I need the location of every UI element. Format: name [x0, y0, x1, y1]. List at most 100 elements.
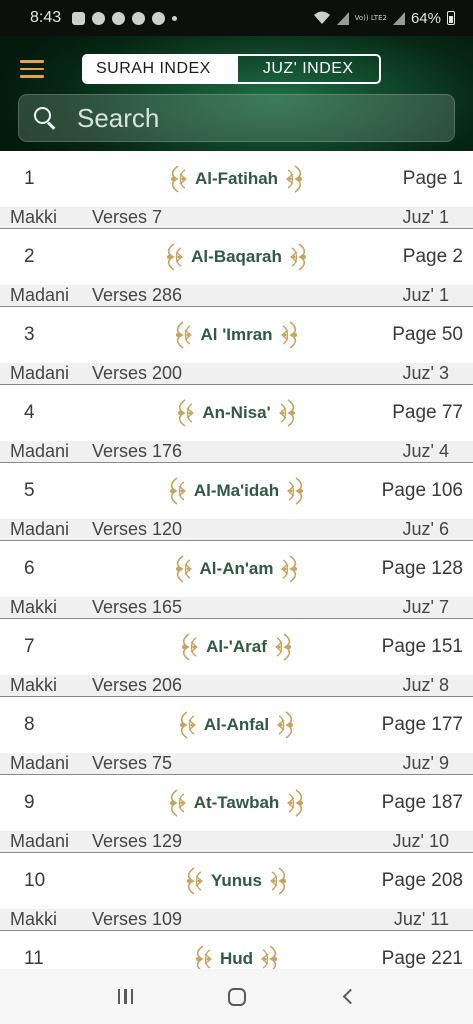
index-tab-switch: SURAH INDEX JUZ' INDEX	[82, 54, 381, 84]
revelation-type: Madani	[10, 831, 70, 851]
ornament-right-icon	[285, 788, 307, 818]
ornament-right-icon	[273, 632, 295, 662]
surah-page: Page 187	[381, 792, 463, 813]
recents-button[interactable]	[106, 977, 146, 1017]
tab-surah-index[interactable]: SURAH INDEX	[84, 56, 238, 82]
chrome-icon	[132, 11, 146, 25]
back-icon	[342, 988, 359, 1005]
surah-row-main[interactable]: 3 Al 'Imran Page 50	[0, 307, 473, 363]
ornament-right-icon	[285, 476, 307, 506]
surah-row-details: Makki Verses 7 Juz' 1	[0, 207, 473, 229]
surah-item[interactable]: 11 Hud Page 221	[0, 931, 473, 969]
surah-row-main[interactable]: 9 At-Tawbah Page 187	[0, 775, 473, 831]
juz-number: Juz' 4	[402, 441, 449, 461]
ornament-left-icon	[178, 632, 200, 662]
surah-row-main[interactable]: 4 An-Nisa' Page 77	[0, 385, 473, 441]
surah-name: Yunus	[210, 871, 262, 890]
ornament-right-icon	[275, 710, 297, 740]
verse-count: Verses 206	[92, 675, 183, 695]
surah-page: Page 177	[381, 714, 463, 735]
surah-row-main[interactable]: 7 Al-'Araf Page 151	[0, 619, 473, 675]
surah-row-main[interactable]: 8 Al-Anfal Page 177	[0, 697, 473, 753]
surah-number: 6	[24, 558, 35, 579]
ornament-right-icon	[277, 398, 299, 428]
surah-row-main[interactable]: 11 Hud Page 221	[0, 931, 473, 969]
ornament-left-icon	[166, 476, 188, 506]
surah-item[interactable]: 10 Yunus Page 208 Makki Verses 109 Juz' 11	[0, 853, 473, 931]
juz-number: Juz' 1	[402, 207, 449, 227]
verse-count: Verses 286	[92, 285, 183, 305]
surah-row-main[interactable]: 5 Al-Ma'idah Page 106	[0, 463, 473, 519]
hamburger-icon[interactable]	[20, 60, 44, 78]
juz-number: Juz' 6	[402, 519, 449, 539]
juz-number: Juz' 10	[392, 831, 449, 851]
status-right: Vo)) LTE2 64%	[313, 10, 455, 27]
search-icon	[33, 106, 57, 130]
signal-icon	[336, 11, 349, 25]
surah-name: Al-Anfal	[203, 715, 270, 734]
surah-row-main[interactable]: 10 Yunus Page 208	[0, 853, 473, 909]
surah-name: Al-Ma'idah	[193, 481, 280, 500]
status-bar: 8:43 Vo)) LTE2 64%	[0, 0, 473, 36]
surah-row-details: Makki Verses 165 Juz' 7	[0, 597, 473, 619]
tab-juz-index[interactable]: JUZ' INDEX	[238, 56, 380, 82]
surah-item[interactable]: 3 Al 'Imran Page 50 Madani Verses 200 Juz' …	[0, 307, 473, 385]
surah-number: 4	[24, 402, 35, 423]
ornament-right-icon	[259, 944, 281, 969]
revelation-type: Makki	[10, 597, 58, 617]
surah-item[interactable]: 1 Al-Fatihah Page 1 Makki Verses 7 Juz' 1	[0, 151, 473, 229]
verse-count: Verses 176	[92, 441, 183, 461]
network-label: Vo)) LTE2	[354, 13, 387, 22]
ornament-left-icon	[163, 242, 185, 272]
ornament-left-icon	[166, 788, 188, 818]
surah-item[interactable]: 7 Al-'Araf Page 151 Makki Verses 206 Juz' 8	[0, 619, 473, 697]
surah-page: Page 50	[392, 324, 463, 345]
ornament-right-icon	[284, 164, 306, 194]
surah-item[interactable]: 5 Al-Ma'idah Page 106 Madani Verses 120 Juz…	[0, 463, 473, 541]
surah-page: Page 106	[381, 480, 463, 501]
back-button[interactable]	[328, 977, 368, 1017]
home-button[interactable]	[217, 977, 257, 1017]
surah-item[interactable]: 8 Al-Anfal Page 177 Madani Verses 75 Juz' 9	[0, 697, 473, 775]
message-icon	[72, 11, 86, 25]
verse-count: Verses 120	[92, 519, 183, 539]
surah-page: Page 128	[381, 558, 463, 579]
battery-icon	[447, 11, 455, 25]
verse-count: Verses 75	[92, 753, 173, 773]
surah-number: 9	[24, 792, 35, 813]
juz-number: Juz' 8	[402, 675, 449, 695]
status-left: 8:43	[30, 9, 178, 27]
revelation-type: Makki	[10, 675, 58, 695]
revelation-type: Madani	[10, 363, 70, 383]
search-input[interactable]	[77, 98, 454, 138]
juz-number: Juz' 1	[402, 285, 449, 305]
surah-item[interactable]: 6 Al-An'am Page 128 Makki Verses 165 Juz' 7	[0, 541, 473, 619]
notification-dot-icon	[172, 15, 178, 21]
surah-page: Page 2	[402, 246, 463, 267]
surah-item[interactable]: 4 An-Nisa' Page 77 Madani Verses 176 Juz' 4	[0, 385, 473, 463]
ornament-right-icon	[288, 242, 310, 272]
signal-icon	[392, 11, 405, 25]
ornament-left-icon	[183, 866, 205, 896]
surah-number: 7	[24, 636, 35, 657]
surah-row-details: Madani Verses 176 Juz' 4	[0, 441, 473, 463]
revelation-type: Makki	[10, 207, 58, 227]
surah-number: 5	[24, 480, 35, 501]
surah-row-main[interactable]: 6 Al-An'am Page 128	[0, 541, 473, 597]
revelation-type: Madani	[10, 441, 70, 461]
ornament-right-icon	[279, 554, 301, 584]
surah-item[interactable]: 9 At-Tawbah Page 187 Madani Verses 129 Juz'…	[0, 775, 473, 853]
verse-count: Verses 200	[92, 363, 183, 383]
revelation-type: Madani	[10, 519, 70, 539]
chrome-icon	[112, 11, 126, 25]
verse-count: Verses 129	[92, 831, 183, 851]
home-icon	[227, 987, 246, 1006]
account-icon	[92, 11, 106, 25]
surah-row-main[interactable]: 1 Al-Fatihah Page 1	[0, 151, 473, 207]
surah-row-main[interactable]: 2 Al-Baqarah Page 2	[0, 229, 473, 285]
search-bar[interactable]	[18, 94, 455, 142]
surah-item[interactable]: 2 Al-Baqarah Page 2 Madani Verses 286 Juz' …	[0, 229, 473, 307]
juz-number: Juz' 7	[402, 597, 449, 617]
surah-number: 1	[24, 168, 35, 189]
surah-list[interactable]: 1 Al-Fatihah Page 1 Makki Verses 7 Juz' 12 …	[0, 151, 473, 969]
